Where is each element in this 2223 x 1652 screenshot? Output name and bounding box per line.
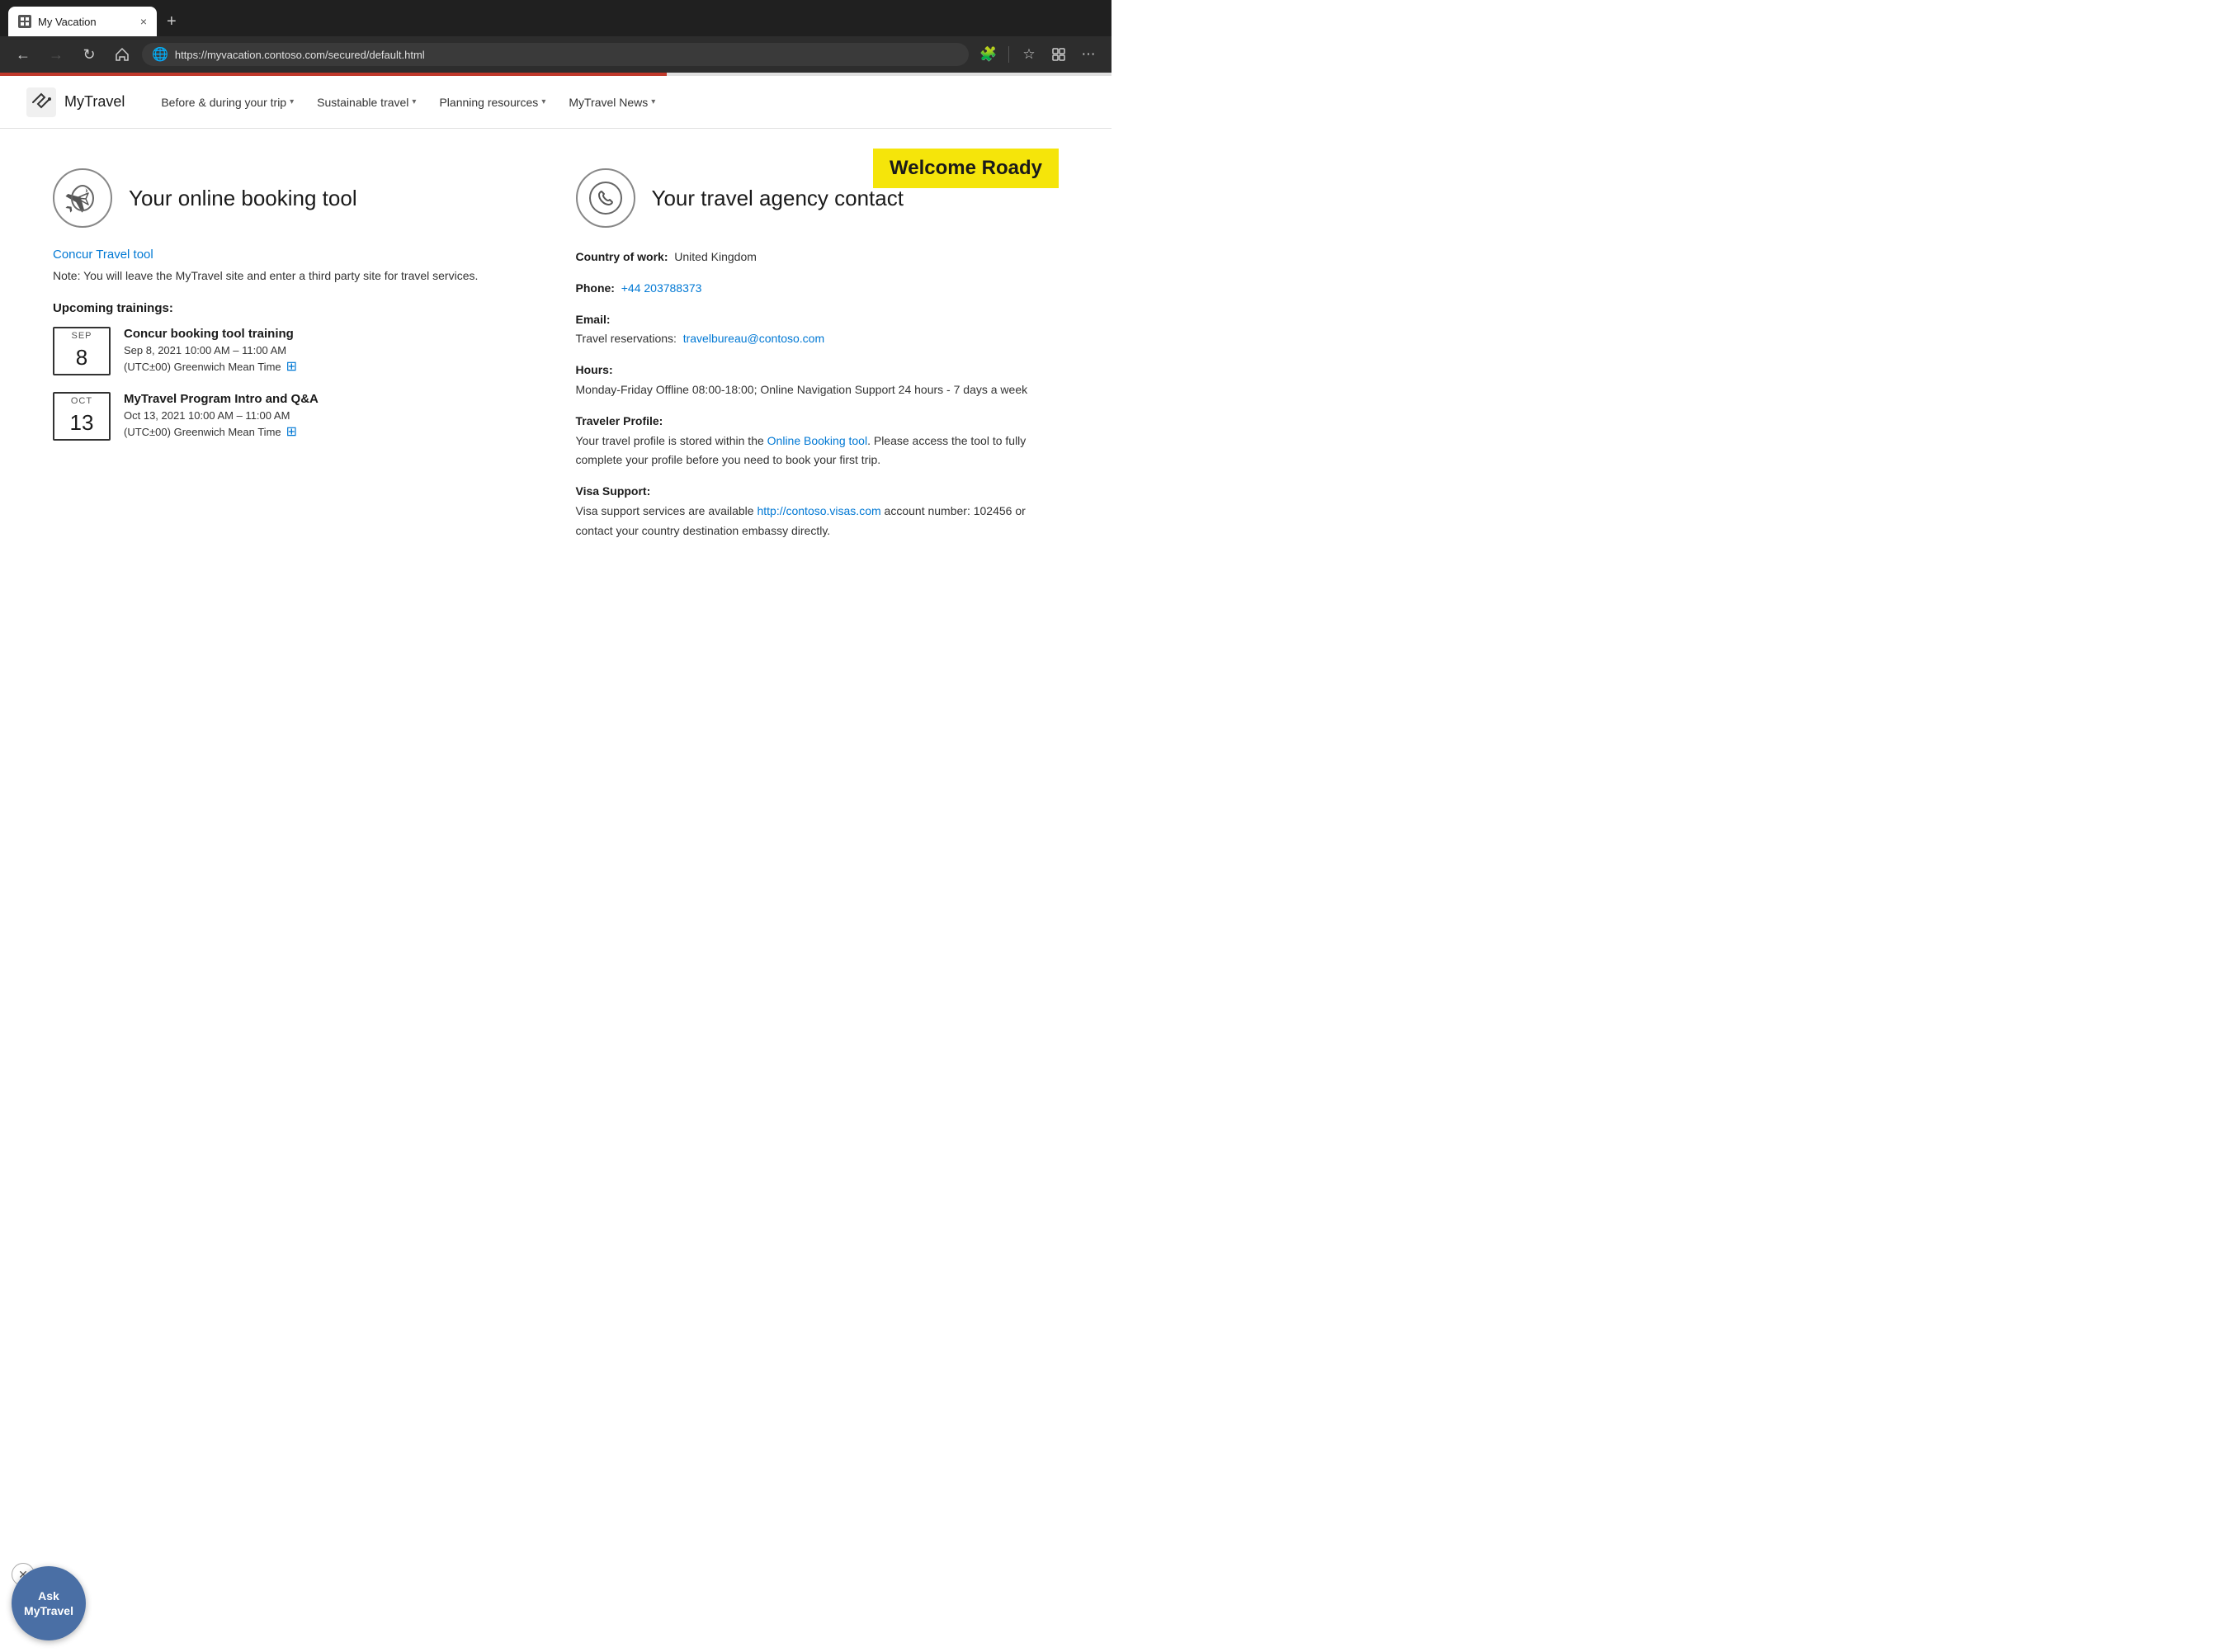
chevron-down-icon: ▾ [412,97,416,106]
event-tz-2: (UTC±00) Greenwich Mean Time ⊞ [124,423,319,440]
booking-tool-note: Note: You will leave the MyTravel site a… [53,267,536,285]
event-calendar-sep: SEP 8 [53,327,111,375]
welcome-badge: Welcome Roady [873,149,1059,188]
chevron-down-icon: ▾ [290,97,294,106]
airplane-icon [53,168,112,228]
ask-mytravel-button[interactable]: AskMyTravel [12,1566,86,1640]
event-day: 8 [54,343,109,374]
browser-nav-bar: ← → ↻ 🌐 https://myvacation.contoso.com/s… [0,36,1112,73]
country-row: Country of work: United Kingdom [576,248,1060,267]
extensions-button[interactable]: 🧩 [975,41,1002,68]
event-month: OCT [54,394,109,408]
traveler-profile-text-before: Your travel profile is stored within the [576,434,767,447]
booking-tool-section: Your online booking tool Concur Travel t… [53,168,536,553]
event-day: 13 [54,408,109,439]
chevron-down-icon: ▾ [651,97,655,106]
traveler-profile-row: Traveler Profile: Your travel profile is… [576,412,1060,470]
event-month: SEP [54,328,109,343]
upcoming-trainings-label: Upcoming trainings: [53,301,536,315]
logo-icon [26,87,56,117]
phone-link[interactable]: +44 203788373 [621,281,702,295]
hours-label: Hours: [576,363,613,376]
tab-close-button[interactable]: × [140,16,147,27]
globe-icon: 🌐 [152,46,168,63]
visa-link[interactable]: http://contoso.visas.com [757,504,880,517]
event-title-2: MyTravel Program Intro and Q&A [124,392,319,406]
new-tab-button[interactable]: + [160,12,183,31]
travel-agency-title: Your travel agency contact [652,186,904,211]
phone-row: Phone: +44 203788373 [576,279,1060,299]
url-text: https://myvacation.contoso.com/secured/d… [175,49,425,61]
visa-row: Visa Support: Visa support services are … [576,482,1060,540]
traveler-profile-label: Traveler Profile: [576,414,663,427]
booking-tool-header: Your online booking tool [53,168,536,228]
refresh-button[interactable]: ↻ [76,41,102,68]
progress-fill [0,73,667,76]
travel-agency-section: Your travel agency contact Country of wo… [576,168,1060,553]
event-item: SEP 8 Concur booking tool training Sep 8… [53,327,536,375]
tab-title: My Vacation [38,16,134,28]
tab-favicon [18,15,31,28]
site-logo-text: MyTravel [64,93,125,111]
tab-bar: My Vacation × + [0,0,1112,36]
main-content: Welcome Roady Your online booking tool C… [0,129,1112,624]
back-button[interactable]: ← [10,41,36,68]
add-to-calendar-icon-2[interactable]: ⊞ [286,423,297,440]
collections-button[interactable] [1045,41,1072,68]
country-label: Country of work: [576,250,668,263]
chevron-down-icon: ▾ [541,97,545,106]
hours-value: Monday-Friday Offline 08:00-18:00; Onlin… [576,383,1028,396]
visa-label: Visa Support: [576,484,651,498]
email-row: Email: Travel reservations: travelbureau… [576,310,1060,350]
logo-area[interactable]: MyTravel [26,87,125,117]
event-time-1: Sep 8, 2021 10:00 AM – 11:00 AM [124,344,297,356]
nav-sustainable[interactable]: Sustainable travel ▾ [307,89,426,116]
content-grid: Your online booking tool Concur Travel t… [53,168,1059,553]
main-nav: Before & during your trip ▾ Sustainable … [151,89,665,116]
browser-nav-actions: 🧩 ☆ ⋯ [975,41,1102,68]
event-details-2: MyTravel Program Intro and Q&A Oct 13, 2… [124,392,319,440]
nav-news[interactable]: MyTravel News ▾ [559,89,665,116]
visa-text-before: Visa support services are available [576,504,758,517]
email-label: Email: [576,313,611,326]
concur-travel-link[interactable]: Concur Travel tool [53,248,153,262]
hours-row: Hours: Monday-Friday Offline 08:00-18:00… [576,361,1060,400]
event-calendar-oct: OCT 13 [53,392,111,441]
phone-icon [576,168,635,228]
menu-button[interactable]: ⋯ [1075,41,1102,68]
active-tab[interactable]: My Vacation × [8,7,157,36]
event-tz-1: (UTC±00) Greenwich Mean Time ⊞ [124,358,297,375]
travel-agency-body: Country of work: United Kingdom Phone: +… [576,248,1060,541]
home-button[interactable] [109,41,135,68]
favorites-button[interactable]: ☆ [1016,41,1042,68]
event-time-2: Oct 13, 2021 10:00 AM – 11:00 AM [124,409,319,422]
booking-tool-body: Concur Travel tool Note: You will leave … [53,248,536,441]
booking-tool-title: Your online booking tool [129,186,357,211]
email-subtitle: Travel reservations: [576,332,677,345]
event-item: OCT 13 MyTravel Program Intro and Q&A Oc… [53,392,536,441]
address-bar[interactable]: 🌐 https://myvacation.contoso.com/secured… [142,43,969,66]
event-details-1: Concur booking tool training Sep 8, 2021… [124,327,297,375]
country-value: United Kingdom [674,250,757,263]
phone-label: Phone: [576,281,615,295]
browser-chrome: My Vacation × + ← → ↻ 🌐 https://myvacati… [0,0,1112,73]
nav-separator [1008,46,1009,63]
add-to-calendar-icon-1[interactable]: ⊞ [286,358,297,375]
nav-before-during[interactable]: Before & during your trip ▾ [151,89,304,116]
site-header: MyTravel Before & during your trip ▾ Sus… [0,76,1112,129]
email-link[interactable]: travelbureau@contoso.com [683,332,824,345]
online-booking-tool-link[interactable]: Online Booking tool [767,434,867,447]
forward-button[interactable]: → [43,41,69,68]
nav-planning[interactable]: Planning resources ▾ [429,89,555,116]
chat-label: AskMyTravel [24,1588,73,1618]
event-title-1: Concur booking tool training [124,327,297,341]
page-load-progress [0,73,1112,76]
